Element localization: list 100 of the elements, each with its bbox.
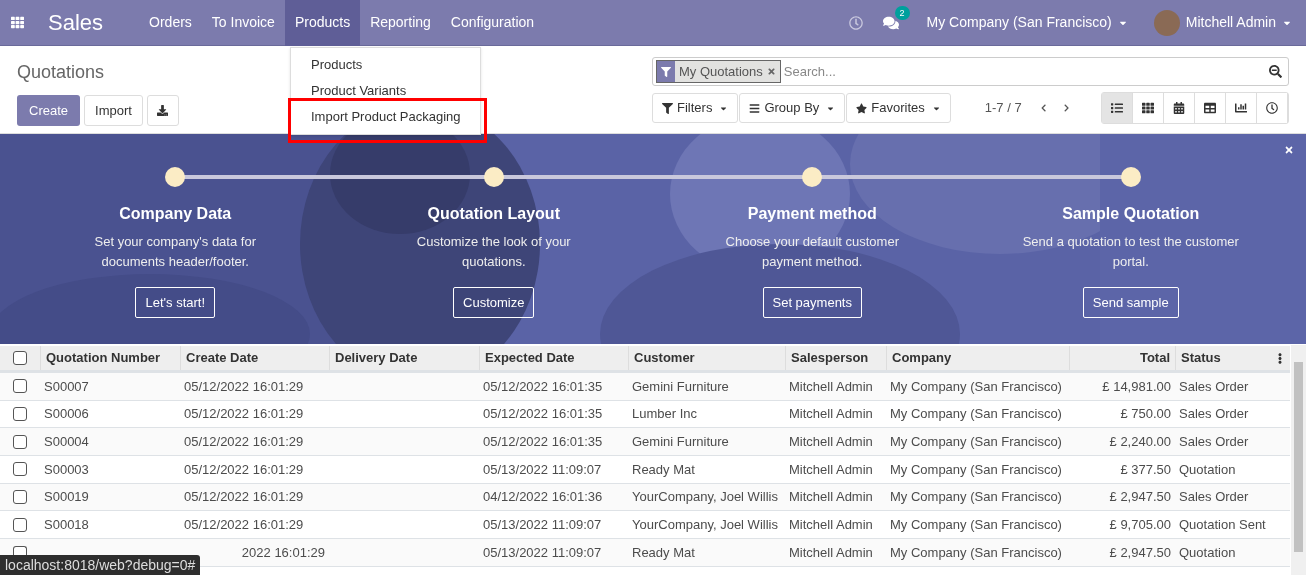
column-header[interactable]: Quotation Number (46, 348, 161, 368)
table-cell-text: My Company (San Francisco) (890, 432, 1062, 451)
column-header[interactable]: Company (892, 348, 952, 368)
column-header[interactable]: Create Date (186, 348, 259, 368)
bar-chart-icon (1235, 102, 1247, 114)
table-cell-text: Quotation (1179, 543, 1236, 562)
step-description: Choose your default customer payment method. (724, 233, 900, 271)
table-cell-text: £ 14,981.00 (1102, 377, 1171, 396)
user-menu[interactable]: Mitchell Admin (1185, 12, 1292, 33)
column-header[interactable]: Delivery Date (335, 348, 418, 368)
step-button[interactable]: Customize (453, 287, 535, 318)
select-all-checkbox[interactable] (13, 351, 27, 365)
table-cell-text: 05/12/2022 16:01:35 (483, 377, 603, 396)
table-cell-text: S00018 (44, 516, 89, 535)
row-checkbox[interactable] (13, 434, 27, 449)
search-option-button[interactable]: Favorites (846, 93, 951, 123)
table-cell-text: My Company (San Francisco) (890, 405, 1062, 424)
table-cell-text: Mitchell Admin (789, 377, 873, 396)
facet-label: My Quotations (678, 62, 764, 81)
step-button[interactable]: Set payments (762, 287, 862, 318)
table-cell-text: 05/12/2022 16:01:29 (184, 377, 304, 396)
row-checkbox[interactable] (13, 379, 27, 394)
column-header[interactable]: Expected Date (485, 348, 575, 368)
step-description: Customize the look of your quotations. (415, 233, 572, 271)
table-cell-text: 05/12/2022 16:01:29 (184, 460, 304, 479)
table-cell-text: S00006 (44, 405, 89, 424)
table-cell-text: My Company (San Francisco) (890, 488, 1062, 507)
column-header[interactable]: Status (1181, 348, 1221, 368)
table-cell-text: S00004 (44, 432, 89, 451)
table-cell-text: Gemini Furniture (632, 432, 729, 451)
menu-item[interactable]: Reporting (360, 0, 441, 46)
table-cell-text: £ 9,705.00 (1109, 516, 1171, 535)
table-cell-text: Mitchell Admin (789, 543, 873, 562)
search-icon[interactable] (1269, 65, 1282, 78)
step-description: Send a quotation to test the customer portal. (1021, 233, 1240, 271)
search-input[interactable]: Search... (783, 61, 1269, 82)
table-cell-text: My Company (San Francisco) (890, 460, 1062, 479)
step-description: Set your company's data for documents header/footer. (93, 233, 257, 271)
menu-item[interactable]: To Invoice (201, 0, 285, 46)
search-option-button[interactable]: Filters (652, 93, 739, 123)
row-checkbox[interactable] (13, 517, 27, 532)
step-title: Sample Quotation (1062, 204, 1200, 224)
search-field[interactable]: My Quotations Search... (652, 57, 1289, 86)
dropdown-item[interactable]: Products (291, 52, 480, 78)
table-cell-text: YourCompany, Joel Willis (632, 516, 778, 535)
column-header[interactable]: Total (1139, 348, 1170, 368)
step-title: Company Data (119, 204, 232, 224)
table-cell-text: 05/12/2022 16:01:29 (184, 488, 304, 507)
menu-icon (749, 102, 761, 114)
table-cell-text: Sales Order (1179, 377, 1249, 396)
menu-item[interactable]: Configuration (440, 0, 545, 46)
step-button[interactable]: Send sample (1082, 287, 1179, 318)
column-header[interactable]: Customer (634, 348, 695, 368)
table-cell-text: £ 750.00 (1120, 405, 1171, 424)
table-cell-text: 04/12/2022 16:01:36 (483, 488, 603, 507)
apps-menu-icon[interactable] (11, 16, 24, 29)
remove-facet-icon[interactable] (766, 67, 776, 76)
row-checkbox[interactable] (13, 462, 27, 477)
previous-icon[interactable] (1040, 103, 1046, 113)
table-cell-text: Lumber Inc (632, 405, 698, 424)
avatar (1153, 9, 1180, 36)
table-cell-text: 05/13/2022 11:09:07 (483, 543, 602, 562)
step-title: Quotation Layout (427, 204, 560, 224)
clock-icon (1266, 102, 1278, 114)
dropdown-item[interactable]: Product Variants (291, 78, 480, 104)
chat-icon[interactable] (882, 14, 899, 31)
table-cell-text: 05/13/2022 11:09:07 (483, 460, 602, 479)
row-checkbox[interactable] (13, 490, 27, 505)
table-cell-text: My Company (San Francisco) (890, 377, 1062, 396)
close-icon[interactable] (1284, 145, 1294, 155)
next-icon[interactable] (1063, 103, 1069, 113)
column-header[interactable]: Salesperson (791, 348, 869, 368)
company-switcher[interactable]: My Company (San Francisco) (926, 12, 1128, 33)
download-button[interactable] (146, 95, 179, 126)
dropdown-item[interactable]: Import Product Packaging (291, 104, 480, 130)
table-cell-text: 05/12/2022 16:01:35 (483, 432, 603, 451)
table-cell-text: Sales Order (1179, 432, 1249, 451)
column-options-icon[interactable] (1275, 352, 1285, 364)
import-button[interactable]: Import (84, 95, 143, 126)
table-cell-text: Quotation (1179, 460, 1236, 479)
menu-item[interactable]: Products (284, 0, 361, 46)
calendar-icon (1173, 102, 1185, 114)
search-option-button[interactable]: Group By (739, 93, 846, 123)
table-cell-text: Sales Order (1179, 405, 1249, 424)
menu-item[interactable]: Orders (139, 0, 202, 46)
breadcrumb: Quotations (17, 61, 105, 84)
create-button[interactable]: Create (17, 95, 81, 126)
step-button[interactable]: Let's start! (135, 287, 216, 318)
table-cell-text: Quotation Sent (1179, 516, 1266, 535)
pager-value: 1-7 / 7 (984, 99, 1022, 118)
table-icon (1204, 102, 1216, 114)
list-icon (1111, 102, 1123, 114)
filter-icon (661, 66, 671, 77)
table-cell-text: My Company (San Francisco) (890, 543, 1062, 562)
row-checkbox[interactable] (13, 407, 27, 422)
message-count-badge: 2 (894, 5, 910, 20)
view-switch-button[interactable] (1102, 93, 1133, 123)
star-icon (856, 102, 868, 114)
table-cell-text: My Company (San Francisco) (890, 516, 1062, 535)
url-tooltip: localhost:8018/web?debug=0# (0, 555, 201, 575)
